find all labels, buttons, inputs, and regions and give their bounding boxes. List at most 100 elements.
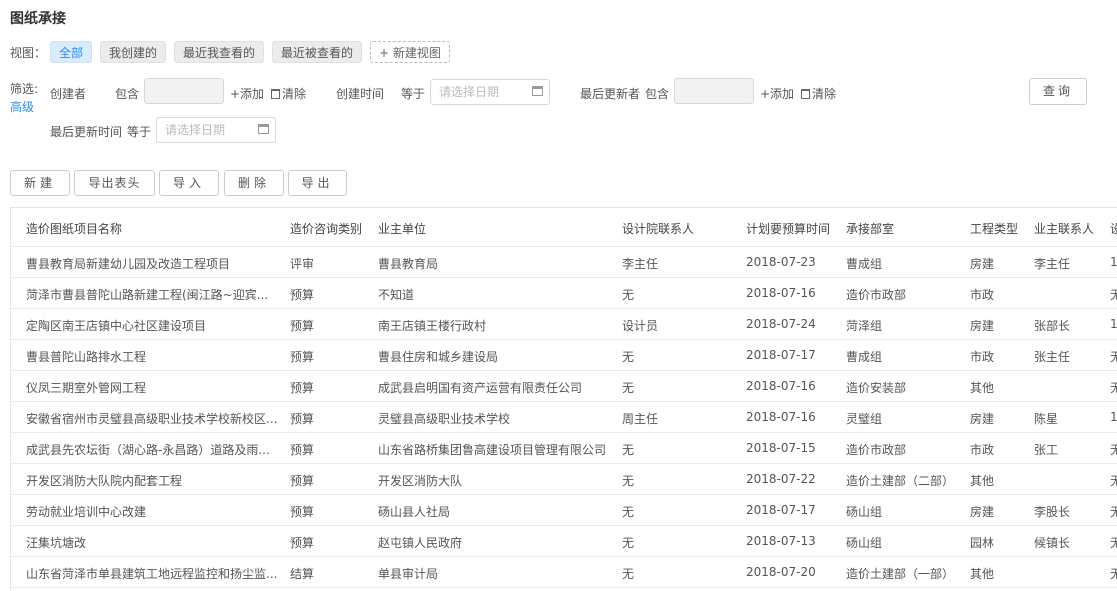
table-cell: 无 xyxy=(622,443,635,457)
tab-my-created[interactable]: 我创建的 xyxy=(100,41,167,63)
table-cell: 无 xyxy=(622,474,635,488)
table-cell: 预算 xyxy=(290,412,315,426)
table-cell: 2018-07-15 xyxy=(746,441,816,455)
table-cell: 单县审计局 xyxy=(378,567,439,581)
table-cell: 汪集坑塘改 xyxy=(26,536,87,550)
table-cell: 房建 xyxy=(970,257,995,271)
table-cell: 安徽省宿州市灵璧县高级职业技术学校新校区... xyxy=(26,412,278,426)
creator-operator: 包含 xyxy=(115,87,140,101)
table-cell: 2018-07-24 xyxy=(746,317,816,331)
last-update-time-label: 最后更新时间 xyxy=(50,125,123,139)
creator-input[interactable] xyxy=(144,78,224,104)
table-row[interactable]: 定陶区南王店镇中心社区建设项目 预算 南王店镇王楼行政村 设计员 2018-07-24 菏… xyxy=(11,308,1117,340)
export-header-button[interactable]: 导出表头 xyxy=(74,170,155,196)
last-updater-clear-link[interactable]: 清除 xyxy=(801,85,836,102)
advanced-filter-link[interactable]: 高级 xyxy=(10,98,34,115)
delete-button[interactable]: 删除 xyxy=(224,170,284,196)
table-cell: 曹成组 xyxy=(846,257,883,271)
table-cell: 南王店镇王楼行政村 xyxy=(378,319,487,333)
table-cell: 其他 xyxy=(970,567,995,581)
last-updater-add-link[interactable]: +添加 xyxy=(760,85,794,102)
table-cell: 2018-07-16 xyxy=(746,286,816,300)
tab-recently-viewed[interactable]: 最近被查看的 xyxy=(272,41,363,63)
column-header[interactable]: 工程类型 xyxy=(970,220,1030,237)
table-cell: 陈星 xyxy=(1034,412,1059,426)
table-cell: 定陶区南王店镇中心社区建设项目 xyxy=(26,319,207,333)
table-cell: 曹县教育局新建幼儿园及改造工程项目 xyxy=(26,257,231,271)
table-cell: 无 xyxy=(622,505,635,519)
table-cell: 成武县先农坛街（湖心路-永昌路）道路及雨... xyxy=(26,443,270,457)
table-cell: 无 xyxy=(622,350,635,364)
table-cell: 2018-07-17 xyxy=(746,348,816,362)
table-cell: 2018-07-17 xyxy=(746,503,816,517)
table-cell: 无 xyxy=(1110,379,1117,396)
table-cell: 无 xyxy=(1110,441,1117,458)
table-cell: 2018-07-16 xyxy=(746,410,816,424)
table-cell: 李主任 xyxy=(1034,257,1071,271)
column-header[interactable]: 设 xyxy=(1110,220,1117,237)
table-row[interactable]: 成武县先农坛街（湖心路-永昌路）道路及雨... 预算 山东省路桥集团鲁高建设项目管理… xyxy=(11,432,1117,464)
last-update-time-date-input[interactable]: 请选择日期 xyxy=(156,117,276,143)
table-cell: 2018-07-23 xyxy=(746,255,816,269)
calendar-icon xyxy=(532,86,543,96)
creator-clear-label: 清除 xyxy=(282,87,307,101)
import-button[interactable]: 导入 xyxy=(159,170,219,196)
table-cell: 无 xyxy=(1110,534,1117,551)
last-updater-input[interactable] xyxy=(674,78,754,104)
table-cell: 2018-07-16 xyxy=(746,379,816,393)
calendar-icon xyxy=(258,124,269,134)
table-cell: 曹县住房和城乡建设局 xyxy=(378,350,499,364)
tab-all[interactable]: 全部 xyxy=(50,41,93,63)
table-cell: 无 xyxy=(1110,503,1117,520)
column-header[interactable]: 计划要预算时间 xyxy=(746,220,844,237)
last-update-time-operator: 等于 xyxy=(127,125,152,139)
table-cell: 市政 xyxy=(970,350,995,364)
created-time-label: 创建时间 xyxy=(336,87,385,101)
created-time-date-input[interactable]: 请选择日期 xyxy=(430,79,550,105)
creator-add-link[interactable]: +添加 xyxy=(230,85,264,102)
table-cell: 2018-07-22 xyxy=(746,472,816,486)
column-header[interactable]: 承接部室 xyxy=(846,220,966,237)
view-label: 视图： xyxy=(10,46,47,60)
table-cell: 无 xyxy=(622,536,635,550)
table-row[interactable]: 菏泽市曹县普陀山路新建工程(闽江路~迎宾... 预算 不知道 无 2018-07-16 造… xyxy=(11,277,1117,309)
table-cell: 菏泽市曹县普陀山路新建工程(闽江路~迎宾... xyxy=(26,288,269,302)
table-cell: 仪凤三期室外管网工程 xyxy=(26,381,147,395)
table-row[interactable]: 汪集坑塘改 预算 赵屯镇人民政府 无 2018-07-13 砀山组 园林 候镇长 无 xyxy=(11,525,1117,557)
column-header[interactable]: 业主联系人 xyxy=(1034,220,1106,237)
table-cell: 评审 xyxy=(290,257,315,271)
table-row[interactable]: 山东省菏泽市单县建筑工地远程监控和扬尘监... 结算 单县审计局 无 2018-07-2… xyxy=(11,556,1117,588)
table-row[interactable]: 曹县教育局新建幼儿园及改造工程项目 评审 曹县教育局 李主任 2018-07-23 曹成组… xyxy=(11,246,1117,278)
table-cell: 市政 xyxy=(970,443,995,457)
table-row[interactable]: 开发区消防大队院内配套工程 预算 开发区消防大队 无 2018-07-22 造价土建部（二… xyxy=(11,463,1117,495)
table-cell: 山东省菏泽市单县建筑工地远程监控和扬尘监... xyxy=(26,567,278,581)
creator-clear-link[interactable]: 清除 xyxy=(271,85,306,102)
table-cell: 山东省路桥集团鲁高建设项目管理有限公司 xyxy=(378,443,607,457)
table-row[interactable]: 安徽省宿州市灵璧县高级职业技术学校新校区... 预算 灵璧县高级职业技术学校 周主任 2… xyxy=(11,401,1117,433)
table-cell: 预算 xyxy=(290,288,315,302)
table-cell: 房建 xyxy=(970,505,995,519)
export-button[interactable]: 导出 xyxy=(288,170,347,196)
column-header[interactable]: 设计院联系人 xyxy=(622,220,742,237)
column-header[interactable]: 业主单位 xyxy=(378,220,618,237)
table-cell: 2018-07-13 xyxy=(746,534,816,548)
table-cell: 不知道 xyxy=(378,288,415,302)
table-cell: 菏泽组 xyxy=(846,319,883,333)
new-view-button[interactable]: + 新建视图 xyxy=(370,41,450,63)
table-row[interactable]: 仪凤三期室外管网工程 预算 成武县启明国有资产运营有限责任公司 无 2018-07-16… xyxy=(11,370,1117,402)
table-cell: 其他 xyxy=(970,474,995,488)
table-row[interactable]: 劳动就业培训中心改建 预算 砀山县人社局 无 2018-07-17 砀山组 房建 李股长 无 xyxy=(11,494,1117,526)
table-row[interactable]: 曹县普陀山路排水工程 预算 曹县住房和城乡建设局 无 2018-07-17 曹成组 市政 张主… xyxy=(11,339,1117,371)
table-cell: 周主任 xyxy=(622,412,659,426)
trash-icon xyxy=(801,89,810,99)
tab-recently-viewed-by-me[interactable]: 最近我查看的 xyxy=(174,41,265,63)
table-cell: 砀山县人社局 xyxy=(378,505,451,519)
table-cell: 房建 xyxy=(970,412,995,426)
last-updater-operator: 包含 xyxy=(645,87,670,101)
column-header[interactable]: 造价图纸项目名称 xyxy=(26,220,281,237)
table-cell: 造价市政部 xyxy=(846,443,907,457)
table-cell: 李主任 xyxy=(622,257,659,271)
new-button[interactable]: 新建 xyxy=(10,170,70,196)
column-header[interactable]: 造价咨询类别 xyxy=(290,220,375,237)
query-button[interactable]: 查询 xyxy=(1029,78,1087,105)
